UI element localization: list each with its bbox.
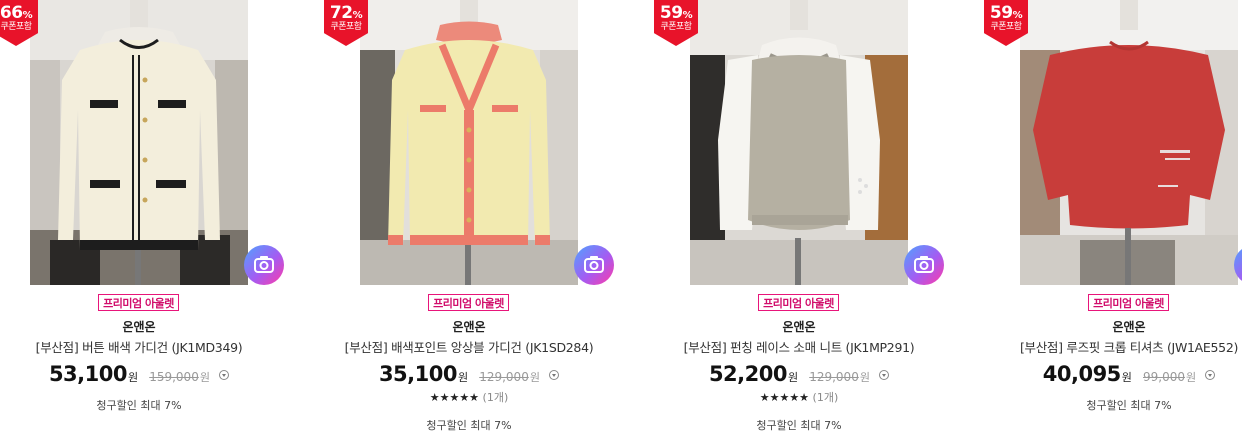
sale-price: 35,100 [378,362,458,386]
star-rating-icon: ★★★★★ [759,391,810,404]
info-circle-icon[interactable] [549,369,560,380]
card-discount-text: 청구할인 최대 7% [426,419,512,432]
card-discount-text: 청구할인 최대 7% [1086,399,1172,412]
info-circle-icon[interactable] [1205,369,1216,380]
premium-outlet-tag: 프리미엄 아울렛 [1088,294,1169,311]
original-currency-unit: 원 [199,371,210,384]
sale-price: 53,100 [48,362,128,386]
info-circle-icon[interactable] [219,369,230,380]
brand-name: 온앤온 [782,320,816,334]
original-price: 129,000 [479,370,529,384]
discount-percent: 59 [989,3,1013,23]
premium-outlet-tag: 프리미엄 아울렛 [98,294,179,311]
premium-outlet-tag: 프리미엄 아울렛 [428,294,509,311]
camera-search-icon[interactable] [904,245,944,285]
price-row: 40,095원 99,000원 [990,362,1242,386]
percent-sign: % [682,10,693,21]
original-price: 99,000 [1143,370,1186,384]
currency-unit: 원 [1121,371,1132,384]
product-title[interactable]: [부산점] 루즈핏 크롭 티셔츠 (JW1AE552) [990,337,1242,356]
coupon-included-label: 쿠폰포함 [330,22,362,32]
review-count[interactable]: (1개) [483,391,509,404]
rating-row: ★★★★★ (1개) [330,389,608,405]
price-row: 35,100원 129,000원 [330,362,608,386]
brand-name: 온앤온 [1112,320,1146,334]
product-title[interactable]: [부산점] 버튼 배색 가디건 (JK1MD349) [0,337,278,356]
sale-price: 40,095 [1042,362,1122,386]
currency-unit: 원 [787,371,799,384]
product-image[interactable] [360,0,578,285]
info-circle-icon[interactable] [879,369,890,380]
product-card[interactable]: 59% 쿠폰포함 프리미엄 아울렛 온앤온 [부산점] 루즈핏 크롭 티셔츠 (… [984,0,1242,427]
product-title[interactable]: [부산점] 펀칭 레이스 소매 니트 (JK1MP291) [660,337,938,356]
coupon-included-label: 쿠폰포함 [660,22,692,32]
card-discount-text: 청구할인 최대 7% [96,399,182,412]
product-card[interactable]: 59% 쿠폰포함 프리미엄 아울렛 온앤온 [부산점] 펀칭 레이스 소매 니트… [654,0,960,432]
coupon-included-label: 쿠폰포함 [0,22,32,32]
product-title[interactable]: [부산점] 배색포인트 앙상블 가디건 (JK1SD284) [330,337,608,356]
premium-outlet-tag: 프리미엄 아울렛 [758,294,839,311]
percent-sign: % [1012,10,1023,21]
brand-name: 온앤온 [452,320,486,334]
price-row: 52,200원 129,000원 [660,362,938,386]
discount-percent: 72 [329,3,353,23]
product-card[interactable]: 66% 쿠폰포함 프리미엄 아울렛 온앤온 [부산점] 버튼 배색 가디건 (J… [0,0,300,427]
card-discount-text: 청구할인 최대 7% [756,419,842,432]
brand-name: 온앤온 [122,320,156,334]
product-image[interactable] [690,0,908,285]
discount-percent: 59 [659,3,683,23]
review-count[interactable]: (1개) [813,391,839,404]
currency-unit: 원 [127,371,139,384]
sale-price: 52,200 [708,362,788,386]
rating-row: ★★★★★ (1개) [660,389,938,405]
currency-unit: 원 [457,371,469,384]
price-row: 53,100원 159,000원 [0,362,278,386]
star-rating-icon: ★★★★★ [429,391,480,404]
product-image[interactable] [30,0,248,285]
percent-sign: % [22,10,33,21]
camera-search-icon[interactable] [244,245,284,285]
original-currency-unit: 원 [859,371,870,384]
camera-search-icon[interactable] [574,245,614,285]
discount-percent: 66 [0,3,23,23]
product-image[interactable] [1020,0,1238,285]
original-currency-unit: 원 [529,371,540,384]
original-price: 159,000 [149,370,199,384]
coupon-included-label: 쿠폰포함 [990,22,1022,32]
product-card[interactable]: 72% 쿠폰포함 프리미엄 아울렛 온앤온 [부산점] 배색포인트 앙상블 가디… [324,0,630,432]
original-price: 129,000 [809,370,859,384]
percent-sign: % [352,10,363,21]
original-currency-unit: 원 [1186,371,1197,384]
